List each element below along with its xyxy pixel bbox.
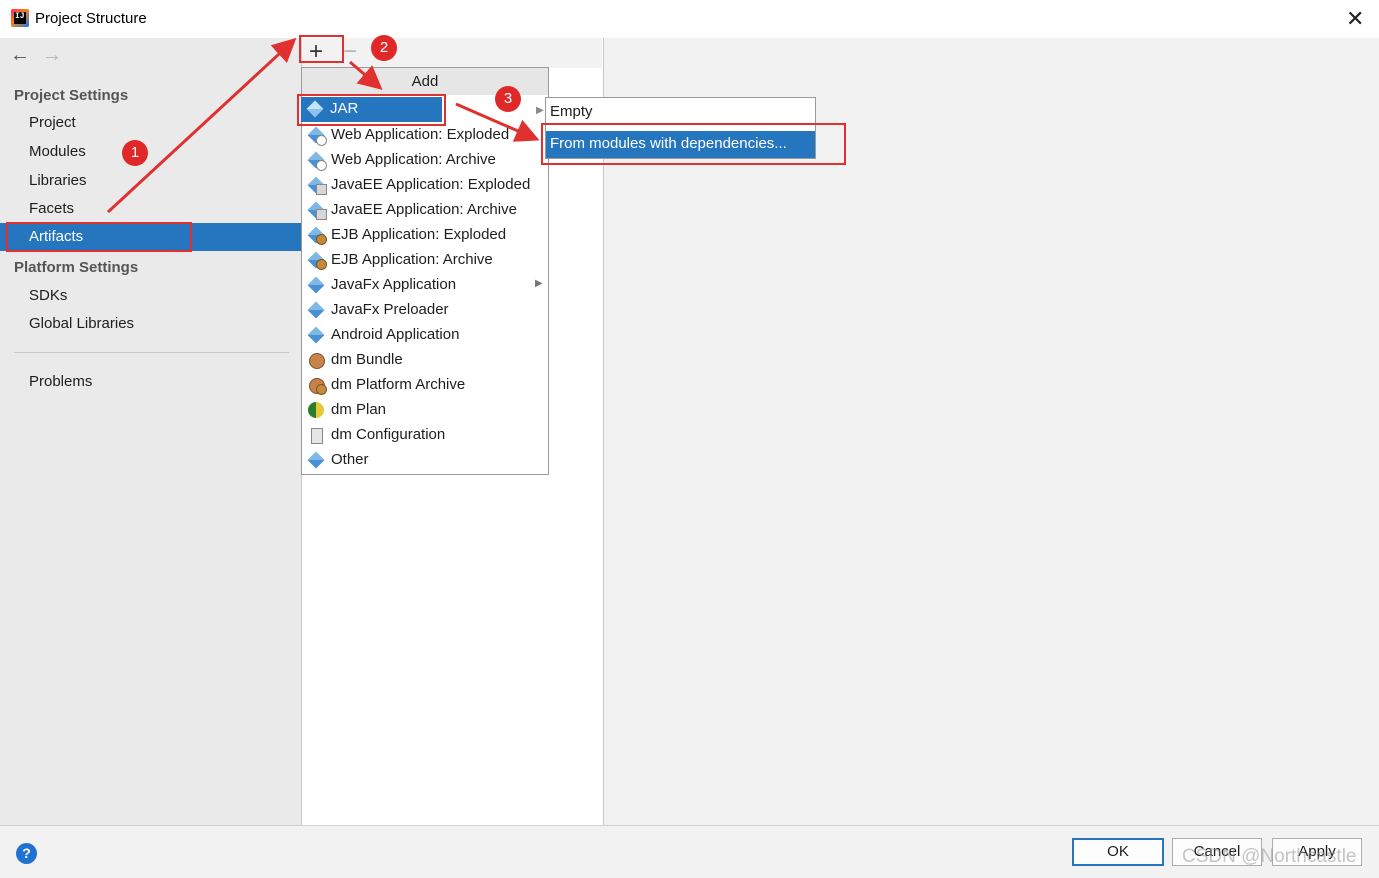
menu-item-label: dm Plan xyxy=(331,401,387,418)
menu-item-dm-plan[interactable]: dm Plan xyxy=(302,398,548,423)
menu-item-web-app-exploded[interactable]: Web Application: Exploded xyxy=(302,123,548,148)
sidebar-item-global-libraries[interactable]: Global Libraries xyxy=(29,315,134,332)
annotation-box-jar xyxy=(297,94,446,126)
dm-bundle-icon xyxy=(308,377,327,395)
sidebar-item-modules[interactable]: Modules xyxy=(29,143,86,160)
menu-item-dm-configuration[interactable]: dm Configuration xyxy=(302,423,548,448)
menu-item-javafx-application[interactable]: JavaFx Application ▶ xyxy=(302,273,548,298)
project-settings-header: Project Settings xyxy=(14,87,129,104)
platform-settings-header: Platform Settings xyxy=(14,259,139,276)
menu-item-label: JavaFx Preloader xyxy=(331,301,449,318)
other-icon xyxy=(307,451,325,469)
close-icon[interactable]: ✕ xyxy=(1346,6,1364,32)
javafx-icon xyxy=(307,301,325,319)
menu-item-ejb-exploded[interactable]: EJB Application: Exploded xyxy=(302,223,548,248)
javaee-icon xyxy=(307,201,327,220)
dm-plan-icon xyxy=(308,402,324,418)
menu-item-label: dm Platform Archive xyxy=(331,376,466,393)
menu-item-label: JavaEE Application: Exploded xyxy=(331,176,531,193)
annotation-box-from-modules xyxy=(541,123,846,165)
menu-item-label: Web Application: Archive xyxy=(331,151,496,168)
menu-item-other[interactable]: Other xyxy=(302,448,548,473)
menu-item-label: Android Application xyxy=(331,326,460,343)
annotation-box-add xyxy=(299,35,344,63)
window-title: Project Structure xyxy=(35,10,147,27)
menu-item-javafx-preloader[interactable]: JavaFx Preloader xyxy=(302,298,548,323)
web-app-icon xyxy=(307,151,327,171)
android-icon xyxy=(307,326,325,344)
javafx-submenu-arrow-icon: ▶ xyxy=(535,278,543,289)
menu-item-ejb-archive[interactable]: EJB Application: Archive xyxy=(302,248,548,273)
ok-button[interactable]: OK xyxy=(1072,838,1164,866)
sidebar-item-project[interactable]: Project xyxy=(29,114,76,131)
ejb-icon xyxy=(307,226,327,245)
remove-artifact-button[interactable]: − xyxy=(343,38,357,66)
ejb-icon xyxy=(307,251,327,270)
submenu-item-empty[interactable]: Empty xyxy=(546,98,815,126)
add-artifact-menu: Add JAR ▶ Web Application: Exploded Web … xyxy=(301,67,549,475)
javafx-icon xyxy=(307,276,325,294)
sidebar-item-libraries[interactable]: Libraries xyxy=(29,172,87,189)
menu-item-android-application[interactable]: Android Application xyxy=(302,323,548,348)
sidebar-item-sdks[interactable]: SDKs xyxy=(29,287,67,304)
menu-item-web-app-archive[interactable]: Web Application: Archive xyxy=(302,148,548,173)
menu-item-label: EJB Application: Exploded xyxy=(331,226,507,243)
web-app-icon xyxy=(307,126,327,146)
menu-item-label: JavaFx Application xyxy=(331,276,457,293)
submenu-item-label: Empty xyxy=(550,103,593,120)
menu-item-label: JavaEE Application: Archive xyxy=(331,201,517,218)
menu-item-javaee-archive[interactable]: JavaEE Application: Archive xyxy=(302,198,548,223)
menu-item-label: Other xyxy=(331,451,369,468)
sidebar-divider xyxy=(14,352,289,353)
intellij-app-icon: IJ xyxy=(11,9,29,27)
javaee-icon xyxy=(307,176,327,195)
annotation-box-artifacts xyxy=(6,222,192,252)
step-badge-1: 1 xyxy=(122,140,148,166)
step-badge-2: 2 xyxy=(371,35,397,61)
menu-item-dm-platform-archive[interactable]: dm Platform Archive xyxy=(302,373,548,398)
forward-arrow-icon[interactable]: → xyxy=(42,44,62,67)
step-badge-3: 3 xyxy=(495,86,521,112)
menu-item-dm-bundle[interactable]: dm Bundle xyxy=(302,348,548,373)
menu-item-label: dm Configuration xyxy=(331,426,446,443)
menu-item-label: Web Application: Exploded xyxy=(331,126,510,143)
dm-config-icon xyxy=(308,427,324,444)
back-arrow-icon[interactable]: ← xyxy=(10,44,30,67)
dm-bundle-icon xyxy=(308,352,325,369)
sidebar-item-problems[interactable]: Problems xyxy=(29,373,92,390)
menu-item-label: dm Bundle xyxy=(331,351,403,368)
watermark: CSDN @Northcastle xyxy=(1182,846,1357,867)
title-bar: IJ Project Structure ✕ xyxy=(0,0,1379,38)
menu-item-javaee-exploded[interactable]: JavaEE Application: Exploded xyxy=(302,173,548,198)
jar-submenu-arrow-icon: ▶ xyxy=(536,105,544,116)
sidebar-item-facets[interactable]: Facets xyxy=(29,200,74,217)
help-icon[interactable]: ? xyxy=(16,843,37,864)
menu-item-label: EJB Application: Archive xyxy=(331,251,493,268)
